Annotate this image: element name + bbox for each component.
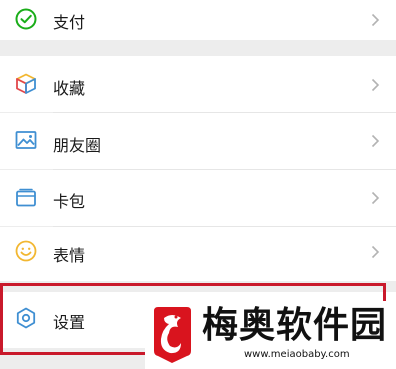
menu-item-label: 表情 [53, 246, 86, 265]
watermark-logo [154, 307, 191, 363]
chevron-right-icon [371, 245, 380, 259]
wallet-icon [15, 8, 37, 30]
menu-item-label: 朋友圈 [53, 136, 102, 155]
chevron-right-icon [371, 13, 380, 27]
chevron-right-icon [371, 78, 380, 92]
menu-item-label: 收藏 [53, 79, 86, 98]
menu-item-stickers[interactable]: 表情 [0, 227, 396, 281]
watermark-url: www.meiaobaby.com [244, 349, 350, 360]
menu-item-favorites[interactable]: 收藏 [0, 56, 396, 112]
chevron-right-icon [371, 134, 380, 148]
menu-item-label: 支付 [53, 13, 86, 32]
image-icon [15, 131, 37, 149]
cube-icon [16, 73, 36, 94]
smile-icon [15, 240, 37, 262]
menu-item-cards[interactable]: 卡包 [0, 170, 396, 226]
card-icon [16, 188, 36, 207]
chevron-right-icon [371, 191, 380, 205]
menu-item-label: 卡包 [53, 192, 86, 211]
menu-item-pay[interactable]: 支付 [0, 0, 396, 40]
menu-item-moments[interactable]: 朋友圈 [0, 113, 396, 169]
watermark-title: 梅奥软件园 [202, 305, 388, 346]
